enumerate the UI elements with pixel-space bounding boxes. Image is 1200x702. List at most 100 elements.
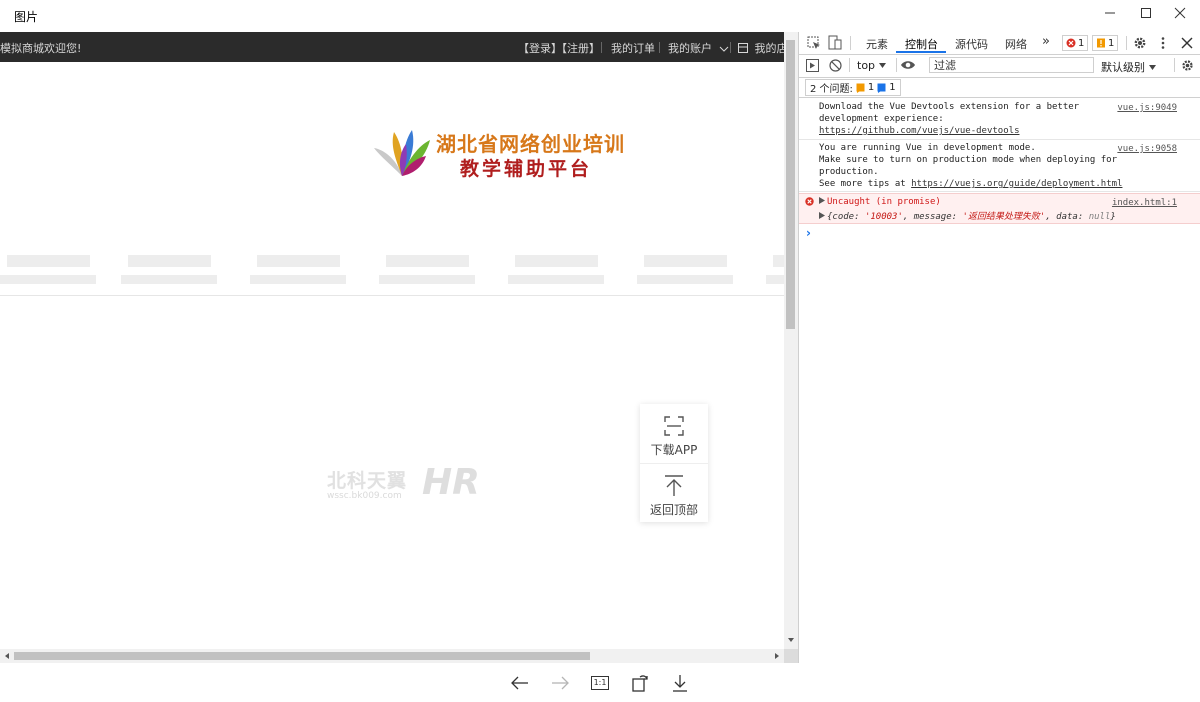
scrollbar-corner xyxy=(784,649,798,663)
nav-placeholder xyxy=(257,255,340,267)
close-button[interactable] xyxy=(1160,0,1200,26)
rotate-button[interactable] xyxy=(629,672,651,694)
nav-placeholder xyxy=(0,275,96,284)
issue-info-icon xyxy=(877,83,886,93)
window-title: 图片 xyxy=(14,10,39,24)
nav-placeholder xyxy=(128,255,211,267)
tab-sources[interactable]: 源代码 xyxy=(955,36,988,52)
tab-console[interactable]: 控制台 xyxy=(905,36,938,52)
issues-button[interactable]: 2 个问题: 1 1 xyxy=(805,79,901,96)
scroll-right-arrow-icon[interactable] xyxy=(773,652,781,660)
error-object-close: } xyxy=(1110,212,1116,222)
actual-size-button[interactable]: 1:1 xyxy=(589,672,611,694)
error-object-open: {code: xyxy=(827,212,865,222)
divider xyxy=(0,295,784,296)
nav-placeholder xyxy=(773,255,784,267)
my-orders-link[interactable]: 我的订单 xyxy=(611,40,655,56)
my-account-link[interactable]: 我的账户 xyxy=(668,40,729,56)
console-prompt[interactable]: › xyxy=(806,226,811,240)
nav-placeholder xyxy=(379,275,475,284)
watermark: 北科天翼 wssc.bk009.com HR xyxy=(327,462,480,506)
arrow-up-to-top-icon xyxy=(665,475,683,496)
download-app-button[interactable]: 下载APP xyxy=(640,404,708,463)
message-text: Make sure to turn on production mode whe… xyxy=(819,155,1118,165)
error-object-row[interactable]: {code: '10003', message: '返回结果处理失败', dat… xyxy=(819,209,1116,222)
nav-placeholder xyxy=(644,255,727,267)
rotate-icon xyxy=(632,675,648,692)
error-icon xyxy=(805,197,814,206)
horizontal-scrollbar-thumb[interactable] xyxy=(14,652,590,660)
message-source-link[interactable]: vue.js:9049 xyxy=(1117,103,1177,113)
scan-icon xyxy=(664,416,684,436)
minimize-button[interactable] xyxy=(1090,0,1130,26)
watermark-url: wssc.bk009.com xyxy=(327,491,402,501)
context-selector[interactable]: top xyxy=(857,59,887,72)
scroll-left-arrow-icon[interactable] xyxy=(3,652,11,660)
warning-count-badge[interactable]: 1 xyxy=(1092,35,1119,51)
console-filter-input[interactable]: 过滤 xyxy=(929,57,1094,73)
download-button[interactable] xyxy=(669,672,691,694)
close-devtools-icon[interactable] xyxy=(1181,37,1193,49)
nav-placeholder xyxy=(386,255,469,267)
more-tabs-button[interactable]: » xyxy=(1042,34,1050,49)
my-store-link[interactable]: 我的店 xyxy=(738,40,788,56)
minimize-icon xyxy=(1105,12,1115,14)
toolbar-separator xyxy=(850,36,851,50)
tab-elements[interactable]: 元素 xyxy=(866,36,888,52)
toolbar-separator xyxy=(1126,36,1127,50)
actual-size-label: 1:1 xyxy=(590,676,610,690)
expand-triangle-icon xyxy=(819,197,825,204)
close-icon xyxy=(1174,7,1186,19)
sidebar-toggle-icon[interactable] xyxy=(806,59,819,72)
log-level-dropdown[interactable]: 默认级别 xyxy=(1101,59,1156,75)
site-logo[interactable]: 湖北省网络创业培训 教学辅助平台 xyxy=(372,126,642,182)
error-source-link[interactable]: index.html:1 xyxy=(1112,198,1177,208)
error-data-value: null xyxy=(1088,212,1111,222)
register-link[interactable]: 【注册】 xyxy=(556,40,600,56)
issue-warning-icon xyxy=(856,83,865,93)
message-source-link[interactable]: vue.js:9058 xyxy=(1117,144,1177,154)
console-message: Download the Vue Devtools extension for … xyxy=(799,99,1200,140)
settings-gear-icon[interactable] xyxy=(1133,36,1147,50)
watermark-text: 北科天翼 xyxy=(327,470,408,492)
vertical-scrollbar[interactable] xyxy=(784,32,798,649)
dropdown-arrow-icon xyxy=(1149,64,1156,70)
error-title-row[interactable]: Uncaught (in promise) xyxy=(819,197,941,207)
float-toolbar: 下载APP 返回顶部 xyxy=(640,404,708,522)
more-options-icon[interactable] xyxy=(1160,36,1166,50)
message-text: production. xyxy=(819,167,879,177)
arrow-left-icon xyxy=(511,676,528,690)
nav-placeholder xyxy=(7,255,90,267)
error-count-badge[interactable]: 1 xyxy=(1062,35,1089,51)
my-account-label: 我的账户 xyxy=(668,42,712,55)
maximize-icon xyxy=(1141,8,1151,18)
device-toolbar-icon[interactable] xyxy=(828,35,842,50)
next-button[interactable] xyxy=(549,672,571,694)
vertical-scrollbar-thumb[interactable] xyxy=(786,40,795,329)
toolbar-separator xyxy=(896,58,897,72)
logo-subtitle: 教学辅助平台 xyxy=(460,158,593,180)
back-to-top-label: 返回顶部 xyxy=(649,503,698,517)
previous-button[interactable] xyxy=(509,672,531,694)
clear-console-icon[interactable] xyxy=(829,59,842,72)
console-settings-gear-icon[interactable] xyxy=(1181,59,1194,72)
nav-separator xyxy=(730,42,731,53)
dropdown-arrow-icon xyxy=(879,63,887,68)
chevron-down-icon xyxy=(719,46,728,52)
store-icon xyxy=(738,43,748,53)
inspect-element-icon[interactable] xyxy=(807,36,821,50)
nav-separator xyxy=(659,42,660,53)
live-expression-eye-icon[interactable] xyxy=(900,60,916,70)
console-message: You are running Vue in development mode.… xyxy=(799,140,1200,192)
nav-placeholder xyxy=(121,275,217,284)
back-to-top-button[interactable]: 返回顶部 xyxy=(640,463,708,522)
horizontal-scrollbar[interactable] xyxy=(0,649,784,663)
welcome-text: 模拟商城欢迎您! xyxy=(0,42,82,55)
expand-triangle-icon xyxy=(819,212,825,219)
tab-network[interactable]: 网络 xyxy=(1005,36,1027,52)
download-app-label: 下载APP xyxy=(650,443,698,457)
scroll-down-arrow-icon[interactable] xyxy=(787,636,795,644)
nav-placeholder xyxy=(515,255,598,267)
message-link[interactable]: https://vuejs.org/guide/deployment.html xyxy=(911,179,1122,189)
message-link[interactable]: https://github.com/vuejs/vue-devtools xyxy=(819,126,1019,136)
